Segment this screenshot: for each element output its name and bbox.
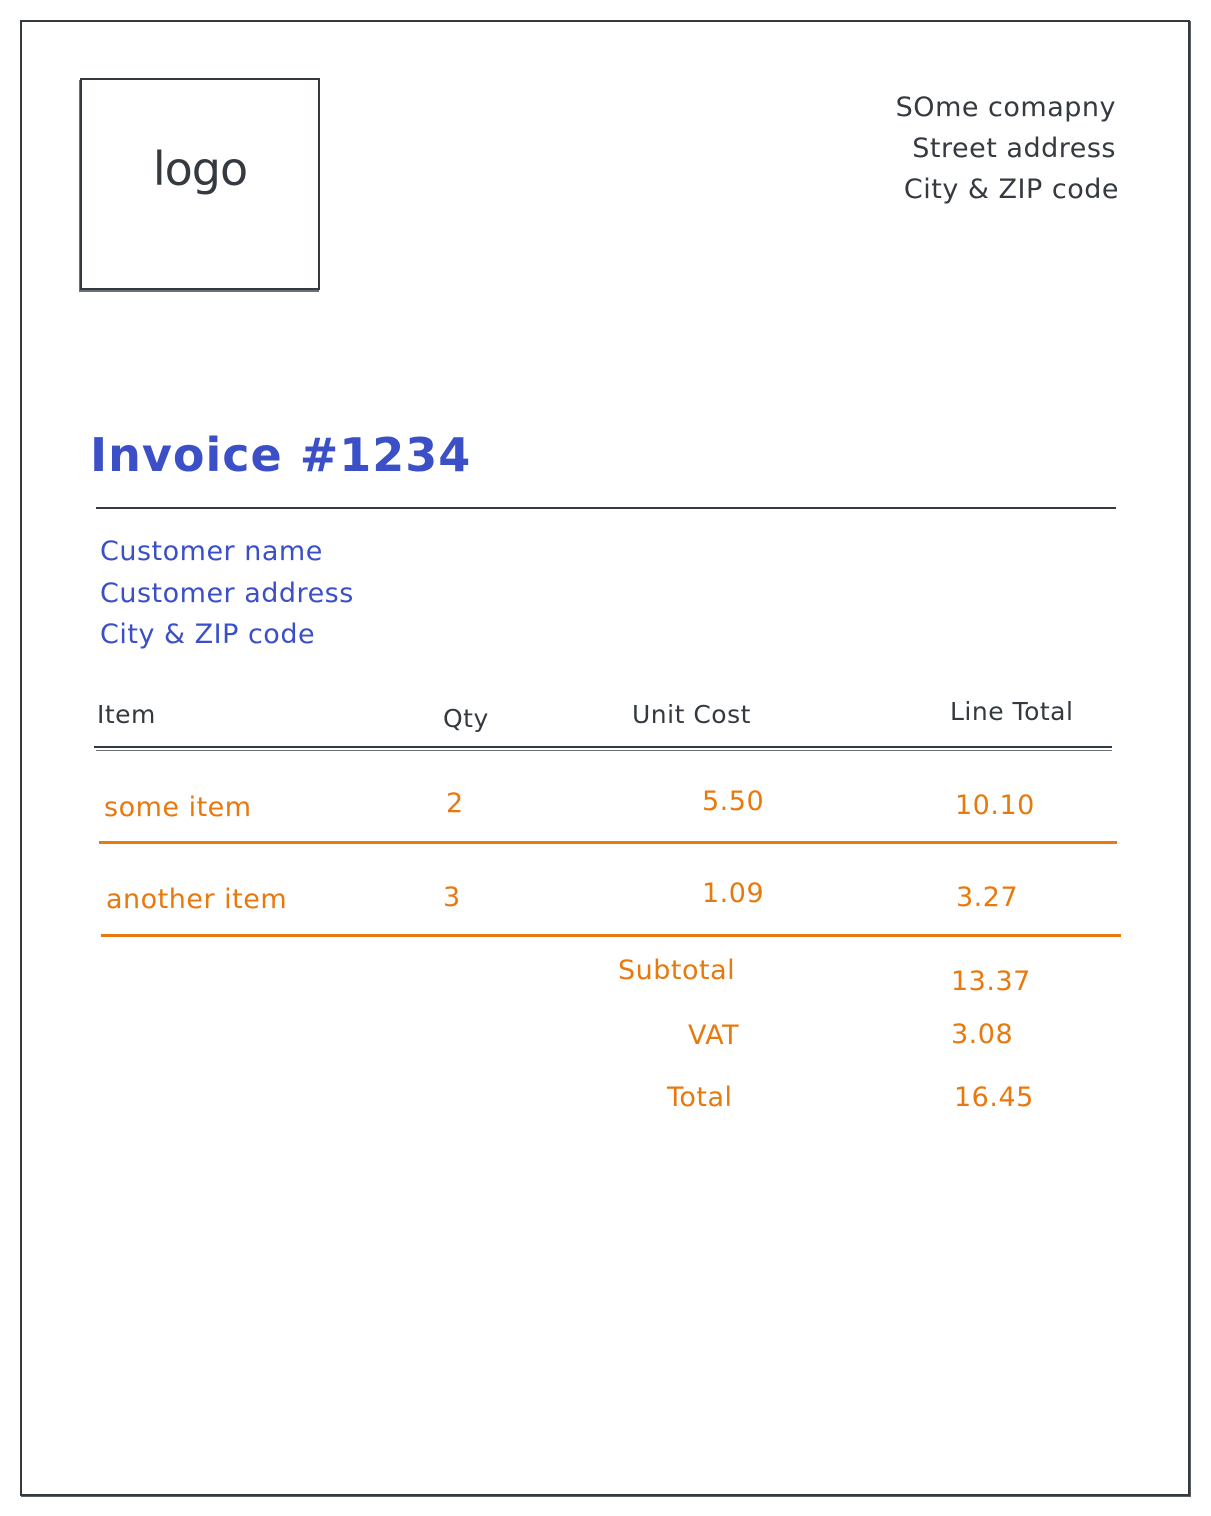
header-divider <box>94 746 1112 748</box>
logo-placeholder: logo <box>80 78 320 290</box>
company-name: SOme comapny <box>895 92 1116 123</box>
row-unit-cost: 1.09 <box>702 878 765 909</box>
total-value: 16.45 <box>954 1082 1034 1113</box>
subtotal-label: Subtotal <box>618 955 736 986</box>
title-divider <box>96 507 1116 509</box>
vat-value: 3.08 <box>951 1019 1014 1050</box>
header-line-total: Line Total <box>950 697 1074 726</box>
vat-label: VAT <box>688 1020 740 1051</box>
header-unit-cost: Unit Cost <box>632 700 751 729</box>
invoice-title: Invoice #1234 <box>90 428 472 482</box>
customer-name: Customer name <box>100 536 323 567</box>
row-line-total: 3.27 <box>956 882 1019 913</box>
total-label: Total <box>667 1082 733 1113</box>
header-qty: Qty <box>443 704 489 733</box>
subtotal-value: 13.37 <box>951 966 1031 997</box>
row-divider <box>99 841 1117 844</box>
row-qty: 2 <box>446 788 464 819</box>
company-street-address: Street address <box>912 133 1116 164</box>
row-item-name: another item <box>106 884 288 915</box>
row-unit-cost: 5.50 <box>702 786 765 817</box>
customer-address: Customer address <box>100 578 354 609</box>
row-divider <box>101 934 1121 937</box>
row-line-total: 10.10 <box>955 790 1035 821</box>
header-divider-shadow <box>96 750 1112 751</box>
row-qty: 3 <box>443 882 461 913</box>
header-item: Item <box>97 700 156 729</box>
customer-city-zip: City & ZIP code <box>100 619 316 650</box>
row-item-name: some item <box>104 792 252 823</box>
logo-label: logo <box>152 142 248 196</box>
company-city-zip: City & ZIP code <box>903 174 1119 205</box>
